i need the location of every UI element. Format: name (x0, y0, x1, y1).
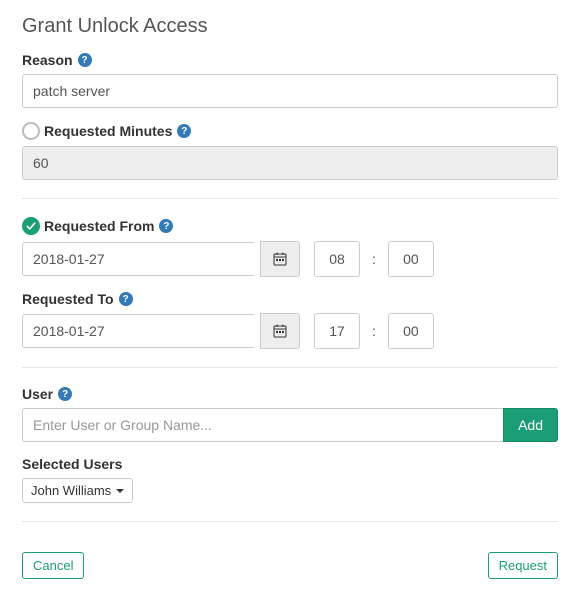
calendar-icon[interactable] (260, 313, 300, 349)
divider (22, 198, 558, 199)
reason-input[interactable] (22, 74, 558, 108)
requested-to-minute-input[interactable] (388, 313, 434, 349)
requested-from-label: Requested From (44, 218, 154, 234)
requested-minutes-label: Requested Minutes (44, 123, 172, 139)
help-icon[interactable]: ? (119, 292, 133, 306)
help-icon[interactable]: ? (159, 219, 173, 233)
requested-minutes-radio[interactable] (22, 122, 40, 140)
selected-user-name: John Williams (31, 483, 111, 498)
requested-to-hour-input[interactable] (314, 313, 360, 349)
time-separator: : (366, 251, 382, 267)
time-separator: : (366, 323, 382, 339)
selected-user-chip[interactable]: John Williams (22, 478, 133, 503)
request-button[interactable]: Request (488, 552, 558, 579)
requested-to-label: Requested To (22, 291, 114, 307)
chevron-down-icon (116, 489, 124, 493)
reason-label: Reason (22, 52, 73, 68)
calendar-icon[interactable] (260, 241, 300, 277)
help-icon[interactable]: ? (177, 124, 191, 138)
user-input[interactable] (22, 408, 503, 442)
requested-from-date-input[interactable] (22, 242, 254, 276)
requested-from-minute-input[interactable] (388, 241, 434, 277)
user-label: User (22, 386, 53, 402)
help-icon[interactable]: ? (58, 387, 72, 401)
requested-from-radio[interactable] (22, 217, 40, 235)
requested-from-hour-input[interactable] (314, 241, 360, 277)
help-icon[interactable]: ? (78, 53, 92, 67)
divider (22, 521, 558, 522)
page-title: Grant Unlock Access (22, 15, 558, 38)
divider (22, 367, 558, 368)
requested-minutes-value: 60 (22, 146, 558, 180)
selected-users-label: Selected Users (22, 456, 122, 472)
add-user-button[interactable]: Add (503, 408, 558, 442)
cancel-button[interactable]: Cancel (22, 552, 84, 579)
requested-to-date-input[interactable] (22, 314, 254, 348)
